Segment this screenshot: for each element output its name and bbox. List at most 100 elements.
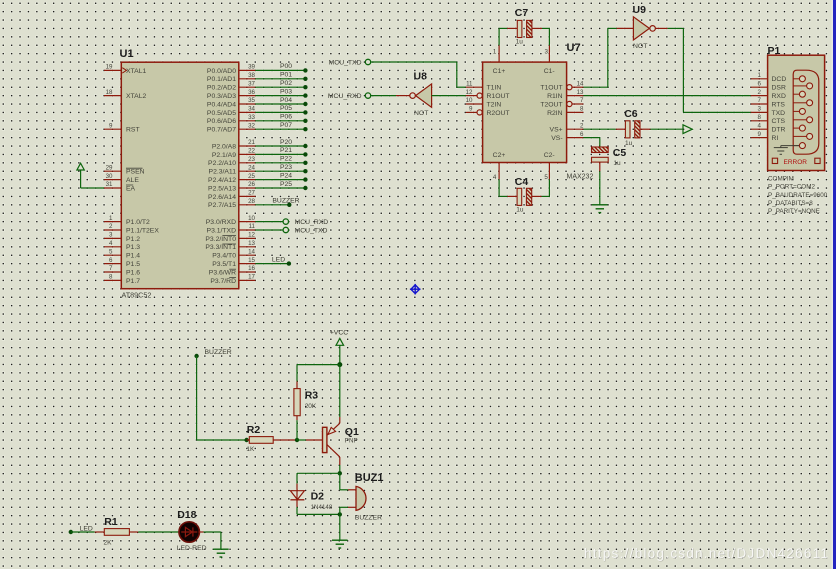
svg-text:1: 1	[109, 215, 113, 222]
svg-text:2: 2	[109, 223, 113, 230]
svg-text:P02: P02	[280, 80, 292, 87]
svg-text:CTS: CTS	[772, 118, 786, 125]
svg-text:P_PARITY=NONE: P_PARITY=NONE	[768, 208, 820, 215]
svg-text:1K: 1K	[246, 446, 255, 453]
svg-text:1u: 1u	[516, 39, 524, 46]
svg-text:P0.2/AD2: P0.2/AD2	[207, 85, 236, 92]
svg-text:30: 30	[106, 173, 113, 180]
svg-text:39: 39	[248, 64, 255, 71]
svg-text:RI: RI	[772, 135, 779, 142]
svg-text:C5: C5	[613, 147, 627, 159]
svg-text:P1.3: P1.3	[126, 244, 140, 251]
svg-text:37: 37	[248, 80, 255, 87]
svg-text:DSR: DSR	[772, 85, 786, 92]
svg-text:P06: P06	[280, 114, 292, 121]
svg-text:P2.7/A15: P2.7/A15	[208, 202, 236, 209]
svg-text:P2.5/A13: P2.5/A13	[208, 185, 236, 192]
svg-text:1: 1	[758, 72, 762, 79]
svg-text:BUZZER: BUZZER	[355, 514, 382, 521]
svg-text:P03: P03	[280, 88, 292, 95]
svg-text:Q1: Q1	[345, 426, 359, 438]
svg-text:29: 29	[106, 164, 113, 171]
svg-text:P01: P01	[280, 72, 292, 79]
svg-text:11: 11	[466, 80, 473, 87]
svg-text:P0.1/AD1: P0.1/AD1	[207, 76, 236, 83]
svg-text:ALE: ALE	[126, 177, 139, 184]
svg-text:U7: U7	[567, 42, 581, 54]
svg-text:+VCC: +VCC	[330, 329, 348, 336]
svg-text:P1.6: P1.6	[126, 269, 140, 276]
svg-text:9: 9	[758, 131, 762, 138]
svg-text:T2OUT: T2OUT	[540, 101, 562, 108]
svg-text:26: 26	[248, 181, 255, 188]
svg-text:3: 3	[109, 232, 113, 239]
svg-text:RTS: RTS	[772, 101, 786, 108]
svg-text:P0.5/AD5: P0.5/AD5	[207, 110, 236, 117]
svg-text:P3.7/RD: P3.7/RD	[210, 278, 236, 285]
svg-text:P07: P07	[280, 122, 292, 129]
svg-text:P3.5/T1: P3.5/T1	[212, 261, 236, 268]
svg-text:P1: P1	[768, 45, 781, 57]
svg-text:T1OUT: T1OUT	[540, 85, 562, 92]
svg-text:AT89C52: AT89C52	[122, 290, 152, 299]
svg-text:P3.6/WR: P3.6/WR	[209, 269, 236, 276]
svg-text:P1.0/T2: P1.0/T2	[126, 219, 150, 226]
svg-text:5: 5	[109, 248, 113, 255]
svg-text:35: 35	[248, 97, 255, 104]
svg-text:NOT: NOT	[633, 43, 647, 50]
svg-text:MAX232: MAX232	[567, 173, 594, 180]
svg-text:PSEN: PSEN	[126, 169, 145, 176]
svg-text:3: 3	[545, 49, 549, 56]
svg-text:19: 19	[106, 64, 113, 71]
svg-text:C1-: C1-	[544, 68, 555, 75]
svg-text:18: 18	[106, 89, 113, 96]
svg-text:8: 8	[758, 114, 762, 121]
svg-text:P20: P20	[280, 139, 292, 146]
svg-text:13: 13	[248, 240, 255, 247]
svg-text:D18: D18	[177, 509, 196, 521]
svg-text:9: 9	[469, 106, 473, 113]
svg-text:24: 24	[248, 164, 255, 171]
svg-text:D2: D2	[311, 491, 325, 503]
svg-text:R2OUT: R2OUT	[487, 110, 510, 117]
svg-text:P3.2/INT0: P3.2/INT0	[205, 236, 236, 243]
svg-text:27: 27	[248, 190, 255, 197]
svg-text:P05: P05	[280, 105, 292, 112]
svg-text:DCD: DCD	[772, 76, 787, 83]
svg-text:34: 34	[248, 106, 255, 113]
svg-text:P1.5: P1.5	[126, 261, 140, 268]
svg-text:7: 7	[109, 265, 113, 272]
svg-text:P00: P00	[280, 63, 292, 70]
svg-text:RST: RST	[126, 127, 140, 134]
svg-text:T1IN: T1IN	[487, 85, 502, 92]
svg-text:8: 8	[580, 106, 584, 113]
svg-text:R2IN: R2IN	[547, 110, 563, 117]
svg-text:P2.2/A10: P2.2/A10	[208, 160, 236, 167]
svg-text:https://blog.csdn.net/DJDN4266: https://blog.csdn.net/DJDN426611	[584, 546, 828, 561]
svg-text:33: 33	[248, 114, 255, 121]
svg-text:BUZZER: BUZZER	[205, 349, 232, 356]
svg-text:P3.3/INT1: P3.3/INT1	[205, 244, 236, 251]
svg-text:14: 14	[577, 80, 584, 87]
svg-text:38: 38	[248, 72, 255, 79]
svg-text:P0.7/AD7: P0.7/AD7	[207, 127, 236, 134]
svg-text:R3: R3	[305, 390, 319, 402]
svg-text:T2IN: T2IN	[487, 101, 502, 108]
svg-text:14: 14	[248, 248, 255, 255]
svg-text:7: 7	[580, 97, 584, 104]
svg-text:12: 12	[466, 89, 473, 96]
svg-text:22: 22	[248, 148, 255, 155]
svg-text:1u: 1u	[516, 206, 524, 213]
svg-text:4: 4	[109, 240, 113, 247]
svg-text:P1.1/T2EX: P1.1/T2EX	[126, 227, 159, 234]
svg-text:U9: U9	[633, 4, 647, 16]
svg-text:36: 36	[248, 89, 255, 96]
svg-text:2: 2	[758, 89, 762, 96]
svg-text:P04: P04	[280, 97, 292, 104]
svg-text:6: 6	[580, 131, 584, 138]
svg-text:C2+: C2+	[493, 152, 506, 159]
svg-text:P2.0/A8: P2.0/A8	[212, 143, 236, 150]
svg-text:P25: P25	[280, 181, 292, 188]
svg-text:8: 8	[109, 274, 113, 281]
svg-text:C2-: C2-	[544, 152, 555, 159]
